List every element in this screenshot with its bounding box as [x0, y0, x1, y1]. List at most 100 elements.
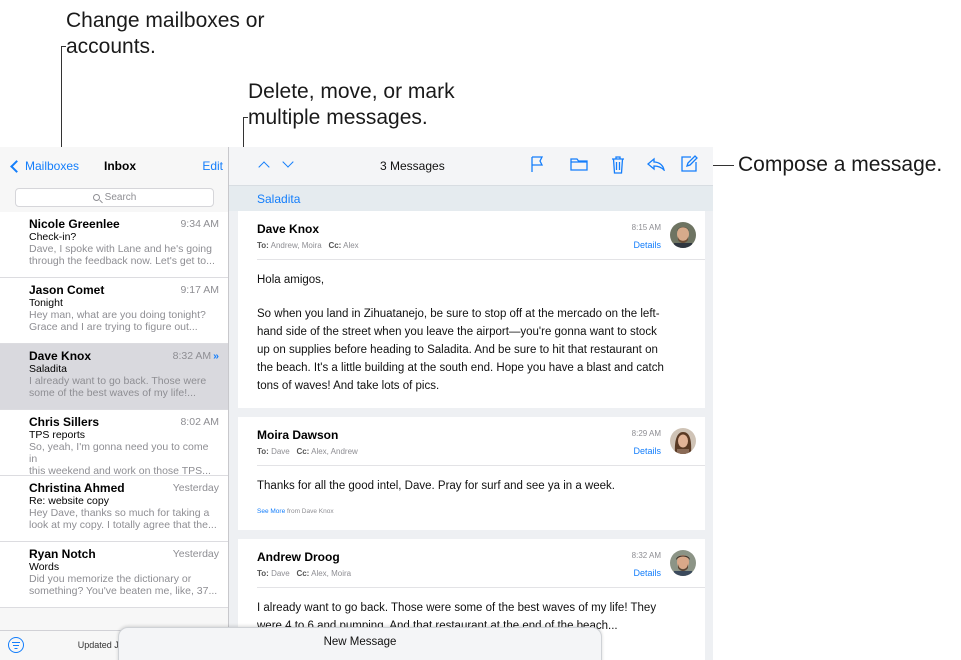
message-row-nicole-greenlee[interactable]: Nicole Greenlee 9:34 AM Check-in? Dave, … — [0, 212, 228, 278]
card-recipients: To: Dave Cc: Alex, Moira — [257, 569, 351, 578]
leader-line-mailboxes — [61, 46, 62, 157]
thread-subject-bar: Saladita — [229, 185, 713, 211]
mailboxes-back-label: Mailboxes — [25, 159, 80, 173]
message-preview-line2: through the feedback now. Let's get to..… — [29, 255, 215, 267]
message-detail-pane: 3 Messages Saladita Dave Knox To: Andrew… — [229, 147, 713, 660]
callout-edit: Delete, move, or mark multiple messages. — [248, 79, 455, 131]
forward-double-chevron-icon: » — [213, 350, 219, 362]
message-row-christina-ahmed[interactable]: Christina Ahmed Yesterday Re: website co… — [0, 476, 228, 542]
message-subject: TPS reports — [29, 429, 86, 441]
thread-subject: Saladita — [257, 192, 301, 206]
cc-label: Cc: — [296, 447, 310, 456]
to-label: To: — [257, 447, 269, 456]
message-subject: Check-in? — [29, 231, 77, 243]
body-line2: hand side of the street when you leave t… — [257, 326, 657, 338]
trash-icon[interactable] — [611, 155, 625, 174]
message-preview-line1: I already want to go back. Those were — [29, 375, 207, 387]
to-label: To: — [257, 569, 269, 578]
cc-recipients: Alex, Andrew — [311, 447, 358, 456]
body-greeting: Hola amigos, — [257, 274, 325, 286]
search-field[interactable]: Search — [15, 188, 214, 207]
message-row-dave-knox[interactable]: Dave Knox 8:32 AM» Saladita I already wa… — [0, 344, 228, 410]
edit-button[interactable]: Edit — [202, 159, 223, 173]
callout-edit-line1: Delete, move, or mark — [248, 80, 455, 103]
message-row-chris-sillers[interactable]: Chris Sillers 8:02 AM TPS reports So, ye… — [0, 410, 228, 477]
mailboxes-back-button[interactable]: Mailboxes — [10, 159, 80, 173]
message-time: Yesterday — [172, 482, 219, 494]
message-preview-line1: Did you memorize the dictionary or — [29, 573, 192, 585]
compose-icon[interactable] — [680, 155, 698, 173]
to-recipients: Andrew, Moira — [270, 241, 322, 250]
see-more-from: from Dave Knox — [287, 508, 334, 515]
to-recipients: Dave — [271, 447, 290, 456]
message-time: 8:02 AM — [180, 416, 219, 428]
cc-label: Cc: — [296, 569, 310, 578]
leader-line-mailboxes-tick — [61, 46, 66, 47]
message-preview-line1: Dave, I spoke with Lane and he's going — [29, 243, 212, 255]
card-body: Thanks for all the good intel, Dave. Pra… — [257, 480, 615, 492]
message-row-ryan-notch[interactable]: Ryan Notch Yesterday Words Did you memor… — [0, 542, 228, 608]
detail-nav-bar: 3 Messages — [229, 147, 713, 185]
message-subject: Tonight — [29, 297, 63, 309]
avatar — [670, 428, 696, 454]
body-line1: I already want to go back. Those were so… — [257, 602, 657, 614]
search-placeholder: Search — [104, 192, 137, 203]
cc-recipients: Alex — [343, 241, 359, 250]
message-time-with-thread: 8:32 AM» — [173, 350, 219, 362]
card-body: Hola amigos, So when you land in Zihuata… — [257, 271, 683, 395]
body-line4: the beach. It's a little building at the… — [257, 362, 664, 374]
message-time: 8:32 AM — [172, 350, 212, 362]
card-sender: Moira Dawson — [257, 428, 339, 442]
callout-compose: Compose a message. — [738, 153, 943, 176]
avatar — [670, 550, 696, 576]
message-list: Nicole Greenlee 9:34 AM Check-in? Dave, … — [0, 212, 228, 608]
chevron-up-icon[interactable] — [258, 161, 270, 173]
callout-mailboxes-line1: Change mailboxes or — [66, 9, 265, 32]
folder-icon[interactable] — [570, 157, 588, 171]
reply-icon[interactable] — [647, 157, 665, 171]
message-subject: Saladita — [29, 363, 67, 375]
card-divider — [257, 259, 705, 260]
new-message-label: New Message — [323, 636, 397, 648]
message-preview-line1: Hey Dave, thanks so much for taking a — [29, 507, 210, 519]
cc-recipients: Alex, Moira — [311, 569, 352, 578]
message-preview-line1: Hey man, what are you doing tonight? — [29, 309, 206, 321]
see-more-label: See More — [257, 508, 286, 515]
thread-count-title: 3 Messages — [380, 159, 445, 173]
card-sender: Andrew Droog — [257, 550, 340, 564]
card-time: 8:29 AM — [631, 429, 661, 438]
body-line1: So when you land in Zihuatanejo, be sure… — [257, 308, 660, 320]
cc-label: Cc: — [328, 241, 342, 250]
mail-app-window: Mailboxes Inbox Edit Search Nicole Green… — [0, 147, 713, 660]
leader-line-edit-tick — [243, 117, 248, 118]
details-link[interactable]: Details — [633, 568, 661, 578]
details-link[interactable]: Details — [633, 446, 661, 456]
see-more-link[interactable]: See More from Dave Knox — [257, 508, 334, 515]
callout-edit-line2: multiple messages. — [248, 106, 428, 129]
message-subject: Re: website copy — [29, 495, 109, 507]
new-message-draft-tab[interactable]: New Message — [118, 627, 602, 660]
card-time: 8:15 AM — [631, 223, 661, 232]
body-line5: tons of waves! And take lots of pics. — [257, 380, 440, 392]
message-card-dave-knox: Dave Knox To: Andrew, Moira Cc: Alex 8:1… — [238, 211, 705, 408]
message-preview-line2: some of the best waves of my life!... — [29, 387, 196, 399]
message-preview-line2: something? You've beaten me, like, 37... — [29, 585, 218, 597]
sidebar-nav-bar: Mailboxes Inbox Edit — [0, 147, 228, 185]
message-time: 9:34 AM — [180, 218, 219, 230]
flag-icon[interactable] — [530, 155, 544, 173]
chevron-down-icon[interactable] — [282, 156, 294, 168]
callout-mailboxes-line2: accounts. — [66, 35, 156, 58]
message-time: Yesterday — [172, 548, 219, 560]
chevron-left-icon — [10, 160, 23, 173]
message-row-jason-comet[interactable]: Jason Comet 9:17 AM Tonight Hey man, wha… — [0, 278, 228, 344]
search-icon — [92, 194, 100, 201]
message-subject: Words — [29, 561, 60, 573]
details-link[interactable]: Details — [633, 240, 661, 250]
card-recipients: To: Andrew, Moira Cc: Alex — [257, 241, 359, 250]
message-preview-line1: So, yeah, I'm gonna need you to come in — [29, 441, 209, 465]
card-recipients: To: Dave Cc: Alex, Andrew — [257, 447, 358, 456]
inbox-title: Inbox — [104, 159, 136, 173]
to-recipients: Dave — [271, 569, 290, 578]
message-preview-line2: Grace and I are trying to figure out... — [29, 321, 198, 333]
card-divider — [257, 587, 705, 588]
